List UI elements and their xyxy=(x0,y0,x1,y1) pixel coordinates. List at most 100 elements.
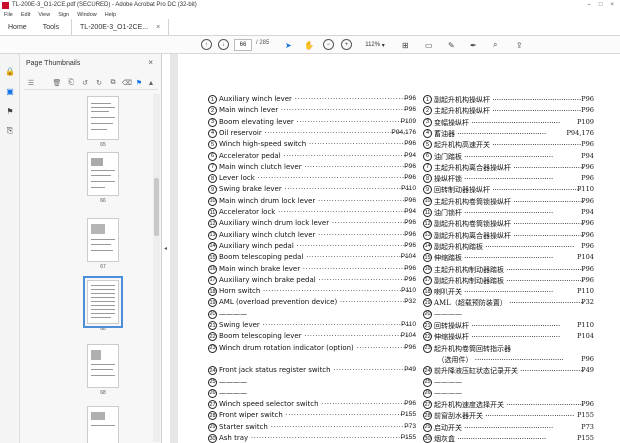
item-number-badge-cn: 9 xyxy=(423,185,432,195)
thumbnail-page[interactable]: 66 xyxy=(87,152,119,204)
item-number-badge: 8 xyxy=(208,174,217,184)
pen-icon[interactable]: ✒ xyxy=(470,39,477,51)
thumbnail-page-selected[interactable]: 68 xyxy=(83,276,123,332)
parts-list-row: 23 Winch drum rotation indicator (option)… xyxy=(178,343,620,354)
menu-edit[interactable]: Edit xyxy=(21,12,30,18)
parts-list-row: 11 Accelerator lock ·····················… xyxy=(178,207,620,218)
tab-tools[interactable]: Tools xyxy=(35,19,67,35)
zoom-out-icon[interactable]: − xyxy=(323,39,334,50)
parts-list-row: 7 Main winch clutch lever ···············… xyxy=(178,162,620,173)
minimize-icon[interactable]: – xyxy=(588,2,591,8)
item-number-badge-cn: 5 xyxy=(423,140,432,150)
menu-help[interactable]: Help xyxy=(105,12,116,18)
extract-icon[interactable]: ⎗ xyxy=(66,78,76,88)
lock-icon[interactable]: 🔒 xyxy=(5,66,15,76)
leader-dots: ········································ xyxy=(469,333,561,342)
english-item-text: ———— xyxy=(219,388,247,397)
chinese-item-text: 副起升机构卷筒锁操纵杆 xyxy=(434,220,511,229)
chinese-item-name: 起升机构卷筒回转指示器 xyxy=(434,344,584,354)
english-page-ref: P96 xyxy=(404,241,416,249)
english-item-text: Winch speed selector switch xyxy=(219,400,319,409)
hand-tool-icon[interactable]: ✋ xyxy=(304,39,314,51)
chinese-page-ref: P96 xyxy=(581,95,594,103)
chinese-page-ref: P96 xyxy=(581,264,594,273)
zoom-in-icon[interactable]: + xyxy=(341,39,352,50)
fit-page-icon[interactable]: ⊞ xyxy=(402,39,409,51)
menu-view[interactable]: View xyxy=(38,12,50,18)
parts-list-row: 2 Main winch lever ······················… xyxy=(178,105,620,116)
replace-icon[interactable]: ⧉ xyxy=(108,78,118,88)
parts-list-row: 12 Auxiliary winch drum lock lever ······… xyxy=(178,218,620,229)
bookmark-icon[interactable]: ⚑ xyxy=(5,106,15,116)
zoom-level[interactable]: 112% ▾ xyxy=(360,39,390,51)
tab-document[interactable]: TL-200E-3_O1-2CE... × xyxy=(71,19,170,35)
chinese-item-text: 变幅操纵杆 xyxy=(434,118,469,127)
english-page-ref: P32 xyxy=(404,298,416,306)
thumbnail-page[interactable]: 67 xyxy=(87,218,119,270)
close-panel-icon[interactable]: × xyxy=(148,58,153,67)
document-viewer[interactable]: 1 Auxiliary winch lever ·················… xyxy=(170,54,620,443)
bookmark-add-icon[interactable]: ⚑ xyxy=(134,78,144,88)
share-icon[interactable]: ⇪ xyxy=(516,39,523,51)
chinese-page-ref: P110 xyxy=(576,185,594,194)
thumbnail-page[interactable] xyxy=(87,406,119,443)
menu-file[interactable]: File xyxy=(4,12,13,18)
parts-list-row: 24 Front jack status register switch ····… xyxy=(178,365,620,376)
english-page-ref: P110 xyxy=(401,287,416,295)
english-item-text: Auxiliary winch lever xyxy=(219,95,292,103)
page-number-input[interactable]: 66 xyxy=(234,39,252,51)
chinese-page-ref: P96 xyxy=(581,230,594,239)
english-item-name: ———— xyxy=(219,310,409,318)
english-page-ref: P96 xyxy=(404,343,416,351)
comment-icon[interactable]: ▭ xyxy=(425,39,433,51)
close-tab-icon[interactable]: × xyxy=(156,24,160,31)
thumbnail-size-icon[interactable]: ▲ xyxy=(146,78,156,88)
highlight-icon[interactable]: ✎ xyxy=(448,39,455,51)
collapse-panel-icon[interactable]: ◂ xyxy=(164,245,167,252)
delete-page-icon[interactable]: 🗑 xyxy=(52,78,62,88)
item-number-badge: 10 xyxy=(208,196,217,206)
item-number-badge: 28 xyxy=(208,411,217,421)
menu-sign[interactable]: Sign xyxy=(58,12,69,18)
next-page-icon[interactable]: ↓ xyxy=(218,39,229,50)
english-item-text: AML (overload prevention device) xyxy=(219,298,338,307)
thumbnail-page[interactable]: 65 xyxy=(87,96,119,148)
thumbnail-label: 68 xyxy=(100,390,106,396)
pages-icon[interactable]: ▣ xyxy=(5,86,15,96)
maximize-icon[interactable]: □ xyxy=(599,2,603,8)
select-tool-icon[interactable]: ➤ xyxy=(285,39,292,51)
rotate-cw-icon[interactable]: ↻ xyxy=(94,78,104,88)
english-page-ref: P96 xyxy=(404,196,416,204)
thumbnail-page[interactable]: 68 xyxy=(87,344,119,396)
chinese-page-ref: P94 xyxy=(581,151,594,160)
scrollbar-thumb[interactable] xyxy=(154,178,159,236)
thumbnail-scrollbar[interactable] xyxy=(153,94,160,442)
previous-page-icon[interactable]: ↑ xyxy=(201,39,212,50)
english-page-ref: P94 xyxy=(404,208,416,215)
english-item-text: Auxiliary winch brake pedal xyxy=(219,275,316,284)
item-number-badge: 9 xyxy=(208,185,217,195)
item-number-badge: 21 xyxy=(208,321,217,330)
thumbnail-preview xyxy=(87,218,119,262)
parts-list-row: 18 Horn switch ··························… xyxy=(178,286,620,297)
parts-list-row: 16 Main winch brake lever ···············… xyxy=(178,264,620,275)
options-menu-icon[interactable]: ☰ xyxy=(26,78,36,88)
chinese-page-ref: P49 xyxy=(581,366,594,375)
chinese-item-text: 主起升机构离合器操纵杆 xyxy=(434,163,511,172)
parts-list-row: 30 Ash tray ·····························… xyxy=(178,433,620,443)
leader-dots: ········································ xyxy=(462,175,554,184)
paperclip-icon[interactable]: ⎘ xyxy=(5,126,15,136)
chinese-item-text: 起升机构速度选择开关 xyxy=(434,401,504,410)
english-item-text: Ash tray xyxy=(219,434,249,442)
attach-icon[interactable]: ⌕ xyxy=(493,39,497,51)
item-number-badge-cn: 30 xyxy=(423,434,432,443)
item-number-badge: 13 xyxy=(208,230,217,240)
chinese-page-ref: P94,176 xyxy=(566,128,594,137)
rotate-ccw-icon[interactable]: ↺ xyxy=(80,78,90,88)
tab-home[interactable]: Home xyxy=(0,19,35,35)
item-number-badge-cn: 17 xyxy=(423,275,432,285)
close-window-icon[interactable]: × xyxy=(610,2,614,8)
leader-dots: ········································ xyxy=(462,288,554,297)
undo-icon[interactable]: ⌫ xyxy=(122,78,132,88)
menu-window[interactable]: Window xyxy=(77,12,97,18)
